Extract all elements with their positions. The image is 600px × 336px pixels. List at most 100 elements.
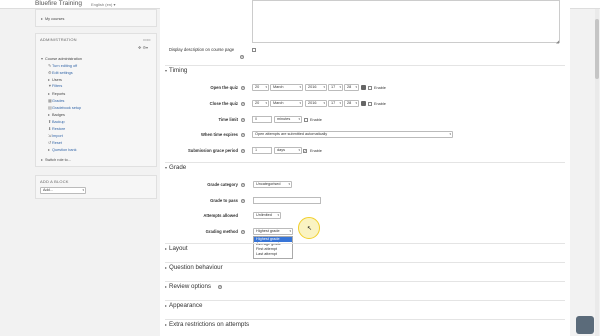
chevron-down-icon: ▾ — [265, 85, 267, 89]
sidebar-item-badges[interactable]: ▸ Badges — [48, 112, 65, 117]
close-minute-select[interactable]: 28 ▾ — [344, 100, 359, 107]
help-icon[interactable]: ? — [241, 133, 245, 137]
navigation-block: ▸ My courses — [35, 9, 157, 27]
sidebar-item-import[interactable]: ⇲Import — [48, 133, 63, 138]
move-gear-icon[interactable]: ✥ ⚙▾ — [138, 45, 148, 50]
sidebar-item-question-bank[interactable]: ▸ Question bank — [48, 147, 77, 152]
grade-category-select[interactable]: Uncategorised ▾ — [253, 181, 292, 188]
sidebar-item-turn-editing-off[interactable]: ✎Turn editing off — [48, 63, 77, 68]
section-review-options[interactable]: ▸ Review options — [165, 283, 211, 290]
description-editor[interactable] — [252, 0, 560, 43]
open-minute-select[interactable]: 28 ▾ — [344, 84, 359, 91]
help-icon[interactable]: ? — [241, 118, 245, 122]
sidebar-item-filters[interactable]: ▼Filters — [48, 84, 62, 88]
display-description-label: Display description on course page — [169, 47, 235, 52]
site-brand[interactable]: Bluefire Training — [35, 0, 82, 7]
sidebar-item-grades[interactable]: ▦Grades — [48, 98, 64, 103]
time-limit-input[interactable]: 0 — [252, 116, 272, 123]
help-icon[interactable]: ? — [218, 285, 222, 289]
close-hour-select[interactable]: 17 ▾ — [328, 100, 343, 107]
section-separator — [165, 262, 565, 263]
sidebar-item-users[interactable]: ▸ Users — [48, 77, 62, 82]
sidebar-switch-role[interactable]: ▸ Switch role to... — [41, 157, 71, 162]
help-icon[interactable]: ? — [241, 230, 245, 234]
administration-title: ADMINISTRATION — [40, 37, 77, 42]
section-question-behaviour[interactable]: ▸ Question behaviour — [165, 264, 223, 271]
sidebar-item-reset[interactable]: ↺Reset — [48, 140, 62, 145]
help-icon[interactable]: ? — [241, 149, 245, 153]
time-limit-enable-checkbox[interactable] — [304, 118, 308, 122]
section-appearance[interactable]: ▸ Appearance — [165, 302, 202, 309]
chevron-down-icon: ▾ — [288, 182, 290, 186]
recording-widget-icon[interactable] — [576, 316, 594, 334]
section-separator — [165, 162, 565, 163]
chevron-down-icon: ▾ — [289, 229, 291, 233]
grace-enable-checkbox[interactable]: ✓ — [303, 149, 307, 153]
grace-enable-label: Enable — [310, 149, 322, 153]
section-grade[interactable]: ▾ Grade — [165, 164, 186, 171]
close-enable-checkbox[interactable] — [368, 102, 372, 106]
section-layout[interactable]: ▸ Layout — [165, 245, 188, 252]
grade-to-pass-input[interactable] — [253, 197, 321, 204]
time-expires-select[interactable]: Open attempts are submitted automaticall… — [252, 131, 453, 138]
sidebar-item-restore[interactable]: ⬇Restore — [48, 126, 65, 131]
time-limit-unit-select[interactable]: minutes ▾ — [274, 116, 302, 123]
section-separator — [165, 319, 565, 320]
sidebar-item-my-courses[interactable]: ▸ My courses — [41, 16, 64, 21]
section-separator — [165, 243, 565, 244]
open-enable-checkbox[interactable] — [368, 86, 372, 90]
caret-right-icon: ▸ — [165, 284, 168, 289]
page-scrollbar[interactable] — [595, 9, 599, 336]
time-limit-label: Time limit — [218, 117, 238, 122]
sidebar-item-gradebook-setup[interactable]: ▤Gradebook setup — [48, 105, 81, 110]
attempts-allowed-select[interactable]: Unlimited ▾ — [253, 212, 281, 219]
chevron-down-icon: ▾ — [339, 101, 341, 105]
open-year-select[interactable]: 2016 ▾ — [305, 84, 327, 91]
administration-block: ADMINISTRATION ▭▭ ✥ ⚙▾ ▾ Course administr… — [35, 33, 157, 167]
sidebar-item-reports[interactable]: ▸ Reports — [48, 91, 65, 96]
close-year-select[interactable]: 2016 ▾ — [305, 100, 327, 107]
close-quiz-label: Close the quiz — [209, 101, 238, 106]
caret-down-icon: ▾ — [165, 165, 168, 170]
section-timing[interactable]: ▾ Timing — [165, 67, 187, 74]
open-month-select[interactable]: March ▾ — [270, 84, 303, 91]
block-controls-icon[interactable]: ▭▭ — [143, 37, 151, 42]
chevron-down-icon: ▾ — [355, 101, 357, 105]
caret-right-icon: ▸ — [165, 303, 168, 308]
help-icon[interactable]: ? — [241, 183, 245, 187]
help-icon[interactable]: ? — [241, 199, 245, 203]
open-day-select[interactable]: 20 ▾ — [252, 84, 269, 91]
display-description-checkbox[interactable] — [252, 48, 256, 52]
grading-method-select[interactable]: Highest grade ▾ — [253, 228, 293, 235]
help-icon[interactable]: ? — [241, 86, 245, 90]
time-expires-label: When time expires — [200, 132, 238, 137]
close-day-select[interactable]: 20 ▾ — [252, 100, 269, 107]
section-extra-restrictions[interactable]: ▸ Extra restrictions on attempts — [165, 321, 249, 328]
help-icon[interactable]: ? — [240, 55, 244, 59]
add-block-title: ADD A BLOCK — [40, 179, 69, 184]
scroll-thumb[interactable] — [595, 19, 599, 79]
grade-to-pass-label: Grade to pass — [210, 198, 238, 203]
chevron-down-icon: ▾ — [299, 101, 301, 105]
calendar-icon[interactable] — [361, 101, 366, 106]
section-separator — [165, 281, 565, 282]
chevron-down-icon: ▾ — [265, 101, 267, 105]
resize-handle-icon[interactable]: ◢ — [556, 39, 559, 44]
chevron-down-icon: ▾ — [298, 148, 300, 152]
sidebar-item-edit-settings[interactable]: ⚙Edit settings — [48, 70, 73, 75]
time-limit-enable-label: Enable — [310, 118, 322, 122]
sidebar-item-backup[interactable]: ⬆Backup — [48, 119, 65, 124]
grace-unit-select[interactable]: days ▾ — [274, 147, 302, 154]
open-hour-select[interactable]: 17 ▾ — [328, 84, 343, 91]
option-last-attempt[interactable]: Last attempt — [254, 252, 292, 257]
grace-period-input[interactable]: 1 — [252, 147, 272, 154]
calendar-icon[interactable] — [361, 85, 366, 90]
sidebar-course-administration[interactable]: ▾ Course administration — [41, 56, 82, 61]
add-block-select[interactable]: Add... ▾ — [40, 187, 86, 194]
chevron-down-icon: ▾ — [323, 85, 325, 89]
language-menu[interactable]: English (en) ▾ — [91, 2, 115, 7]
close-month-select[interactable]: March ▾ — [270, 100, 303, 107]
chevron-down-icon: ▾ — [355, 85, 357, 89]
help-icon[interactable]: ? — [241, 102, 245, 106]
mouse-pointer-icon: ↖ — [307, 226, 313, 232]
